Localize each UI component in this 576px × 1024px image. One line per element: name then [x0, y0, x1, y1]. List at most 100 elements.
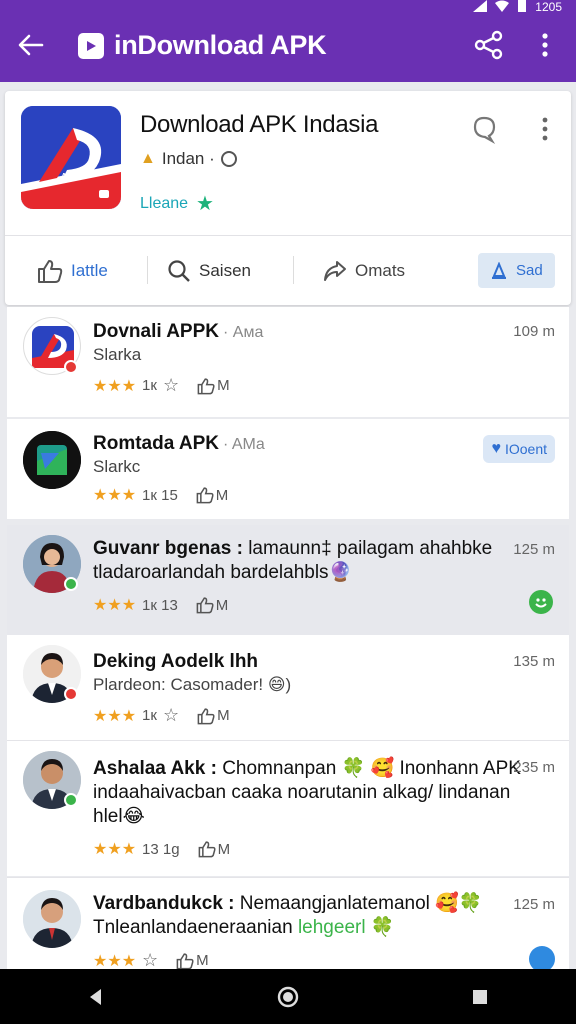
rating-count: 1к 15	[142, 486, 178, 504]
heart-icon: ♥	[491, 440, 501, 457]
nav-back-button[interactable]	[76, 977, 116, 1017]
item-subtitle: Slarkc	[93, 457, 141, 476]
smiley-icon[interactable]	[529, 590, 553, 614]
item-meta-row: ★★★ 1к ☆ M	[93, 705, 230, 726]
rating-count: 1к	[142, 707, 157, 724]
app-info-card: APKS Download APK Indasia ▲ Indan · Llea…	[5, 91, 571, 450]
category-row[interactable]: Lleane ★	[140, 191, 214, 216]
app-name: Download APK Indasia	[140, 111, 379, 138]
thumbs-up-icon	[196, 487, 214, 504]
status-bar: 1205	[473, 0, 562, 14]
item-time: 135 m	[513, 653, 555, 670]
item-title: Ashalaa Akk :	[93, 758, 217, 779]
item-time: 125 m	[513, 896, 555, 913]
like-button[interactable]: M	[176, 952, 209, 970]
list-item[interactable]: Dovnali APPK · Ама Slarka 109 m ★★★ 1к ☆ …	[7, 307, 569, 417]
item-highlight: lehgeerl 🍀	[297, 917, 395, 938]
open-button-label: IOoent	[504, 441, 547, 457]
info-icon[interactable]	[220, 151, 237, 167]
open-button[interactable]: ♥ IOoent	[483, 435, 555, 463]
more-vertical-icon	[542, 33, 548, 57]
developer-badge-icon: ▲	[140, 150, 156, 167]
rating-stars-icon: ★★★	[93, 597, 137, 614]
arrow-left-icon	[18, 34, 44, 56]
tab-share-label: Omats	[355, 261, 406, 280]
like-button[interactable]: M	[196, 596, 229, 614]
list-item[interactable]: Vardbandukck : Nemaangjanlatemanol 🥰🍀 Tn…	[7, 878, 569, 972]
item-title: Deking Aodelk lhh	[93, 651, 259, 672]
list-item[interactable]: Romtada APK · AMa Slarkc ♥ IOoent ★★★ 1к …	[7, 419, 569, 519]
star-icon: ★	[196, 193, 214, 215]
nav-recents-button[interactable]	[460, 977, 500, 1017]
tab-save[interactable]: Sad	[478, 253, 555, 288]
like-count: M	[215, 486, 229, 504]
item-meta-row: ★★★ 1к 13 M	[93, 595, 228, 615]
app-bar-title-group: inDownload APK	[78, 30, 327, 61]
more-vertical-icon	[542, 117, 548, 141]
tab-divider	[147, 256, 148, 284]
overflow-menu-button[interactable]	[528, 28, 562, 62]
item-tag: · AMa	[222, 436, 265, 453]
rating-stars-icon: ★★★	[93, 952, 137, 970]
rating-stars-icon: ★★★	[93, 841, 137, 858]
rating-stars-icon: ★★★	[93, 377, 137, 395]
developer-row[interactable]: ▲ Indan ·	[140, 149, 237, 169]
star-outline-icon[interactable]: ☆	[163, 375, 179, 396]
like-count: M	[217, 840, 231, 858]
like-button[interactable]: M	[197, 707, 230, 725]
app-bar-title: inDownload APK	[114, 30, 327, 60]
signal-icon	[473, 0, 488, 15]
thumbs-up-icon	[196, 597, 214, 614]
app-logo-text: APKS	[61, 172, 84, 181]
item-title: Vardbandukck :	[93, 893, 235, 914]
wishlist-button[interactable]	[469, 113, 501, 145]
like-count: M	[215, 596, 229, 614]
list-item[interactable]: Ashalaa Akk : Chomnanpan 🍀 🥰 Inonhann AP…	[7, 741, 569, 876]
item-tag: · Ама	[223, 324, 264, 341]
star-outline-icon[interactable]: ☆	[142, 950, 158, 971]
app-bar: 1205 inDownload APK	[0, 0, 576, 82]
share-button[interactable]	[472, 28, 506, 62]
app-more-button[interactable]	[535, 115, 555, 143]
item-meta-row: ★★★ 13 1g M	[93, 839, 230, 859]
like-button[interactable]: M	[197, 377, 230, 395]
like-button[interactable]: M	[196, 486, 229, 504]
tab-like[interactable]: Iattle	[37, 236, 108, 306]
item-meta-row: ★★★ 1к 15 M	[93, 485, 228, 505]
rating-count: 1к 13	[142, 596, 178, 614]
status-time: 1205	[535, 0, 562, 14]
thumbs-up-icon	[176, 952, 194, 969]
item-body: Vardbandukck : Nemaangjanlatemanol 🥰🍀 Tn…	[93, 892, 523, 940]
tab-search[interactable]: Saisen	[167, 236, 251, 306]
verified-badge-icon	[64, 687, 78, 701]
star-outline-icon[interactable]: ☆	[163, 705, 179, 726]
developer-name: Indan ·	[161, 149, 215, 168]
item-subtitle: Plardeon: Casomader! 😄)	[93, 675, 292, 694]
list-item[interactable]: Guvanr bgenas : lamaunn‡ pailagam ahahbk…	[7, 525, 569, 635]
rating-count: 1к	[142, 377, 157, 394]
verified-badge-icon	[64, 360, 78, 374]
app-logo: APKS	[21, 106, 121, 209]
rating-count: 13 1g	[142, 840, 180, 858]
like-button[interactable]: M	[198, 840, 231, 858]
rating-stars-icon: ★★★	[93, 707, 137, 725]
like-count: M	[217, 707, 230, 724]
back-button[interactable]	[14, 28, 48, 62]
tab-like-label: Iattle	[71, 261, 108, 280]
item-time: 125 m	[513, 541, 555, 558]
item-body: Ashalaa Akk : Chomnanpan 🍀 🥰 Inonhann AP…	[93, 757, 523, 829]
item-body: Guvanr bgenas : lamaunn‡ pailagam ahahbk…	[93, 537, 513, 585]
like-count: M	[196, 952, 209, 969]
thumbs-up-icon	[197, 377, 215, 394]
search-icon	[168, 260, 190, 282]
item-time: 109 m	[513, 323, 555, 340]
tag-icon	[473, 116, 496, 145]
item-meta-row: ★★★ 1к ☆ M	[93, 375, 230, 396]
nav-home-button[interactable]	[268, 977, 308, 1017]
avatar	[23, 431, 81, 489]
thumbs-up-icon	[198, 841, 216, 858]
play-icon	[78, 32, 104, 59]
verified-badge-icon	[64, 577, 78, 591]
list-item[interactable]: Deking Aodelk lhh Plardeon: Casomader! 😄…	[7, 635, 569, 740]
tab-share[interactable]: Omats	[323, 236, 405, 306]
